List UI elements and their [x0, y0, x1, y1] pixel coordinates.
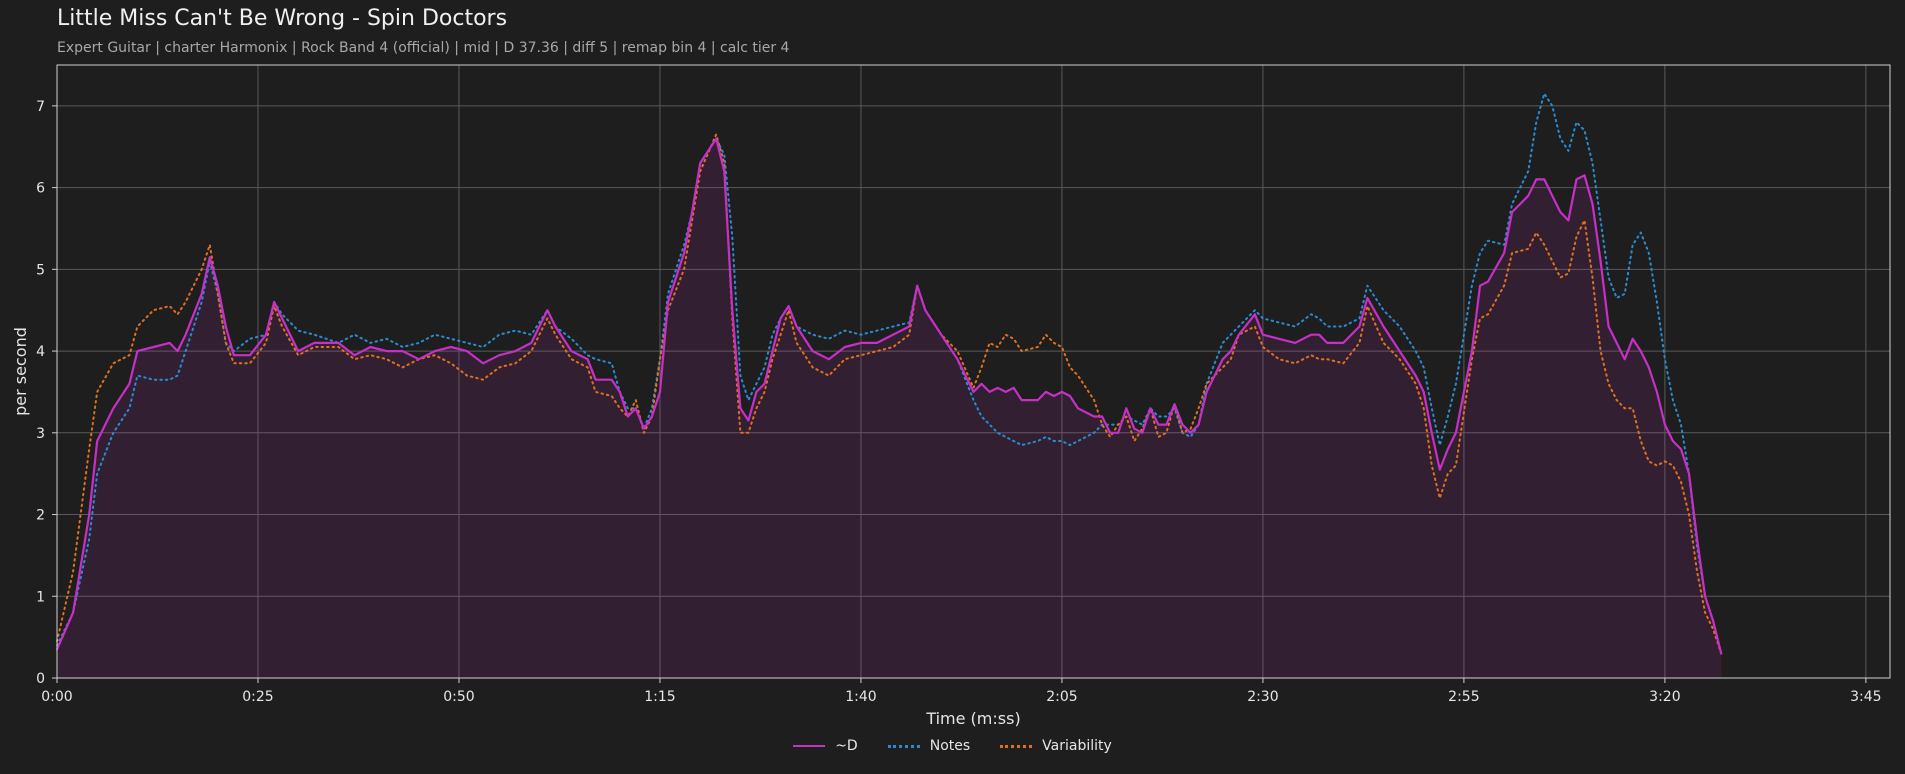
line-chart: 0:00 0:25 0:50 1:15 1:40 2:05 2:30 2:55 3:20 3:45…: [11, 64, 1891, 728]
y-tick-label: 3: [36, 426, 45, 442]
legend-swatch: [793, 745, 826, 747]
legend-swatch: [887, 744, 920, 748]
legend-item: Notes: [887, 738, 971, 754]
legend-label: Variability: [1042, 738, 1112, 754]
x-tick-label: 2:05: [1046, 689, 1077, 705]
y-tick-label: 6: [36, 181, 45, 197]
y-tick-label: 4: [36, 344, 45, 360]
y-tick-label: 7: [36, 99, 45, 115]
x-tick-label: 2:55: [1448, 689, 1479, 705]
legend-item: Variability: [1000, 738, 1112, 754]
x-tick-label: 2:30: [1247, 689, 1278, 705]
y-tick-label: 1: [36, 589, 45, 605]
legend-swatch: [1000, 744, 1033, 748]
legend-label: ~D: [835, 738, 858, 754]
y-axis: 0 1 2 3 4 5 6 7: [36, 99, 57, 687]
x-tick-label: 1:15: [644, 689, 675, 705]
y-tick-label: 2: [36, 508, 45, 524]
x-tick-label: 1:40: [845, 689, 876, 705]
x-tick-label: 3:45: [1850, 689, 1881, 705]
legend-item: ~D: [793, 738, 858, 754]
y-tick-label: 0: [36, 671, 45, 687]
legend-label: Notes: [929, 738, 971, 754]
x-tick-label: 0:00: [41, 689, 72, 705]
legend: ~D Notes Variability: [0, 738, 1905, 754]
x-axis-label: Time (m:ss): [925, 709, 1020, 728]
x-tick-label: 0:50: [443, 689, 474, 705]
area-fill-layer: [57, 138, 1722, 679]
y-tick-label: 5: [36, 262, 45, 278]
y-axis-label: per second: [11, 327, 30, 416]
x-tick-label: 0:25: [242, 689, 273, 705]
series-area-fill: [57, 138, 1722, 679]
x-axis: 0:00 0:25 0:50 1:15 1:40 2:05 2:30 2:55 3:20 3:45: [41, 678, 1882, 705]
x-tick-label: 3:20: [1649, 689, 1680, 705]
